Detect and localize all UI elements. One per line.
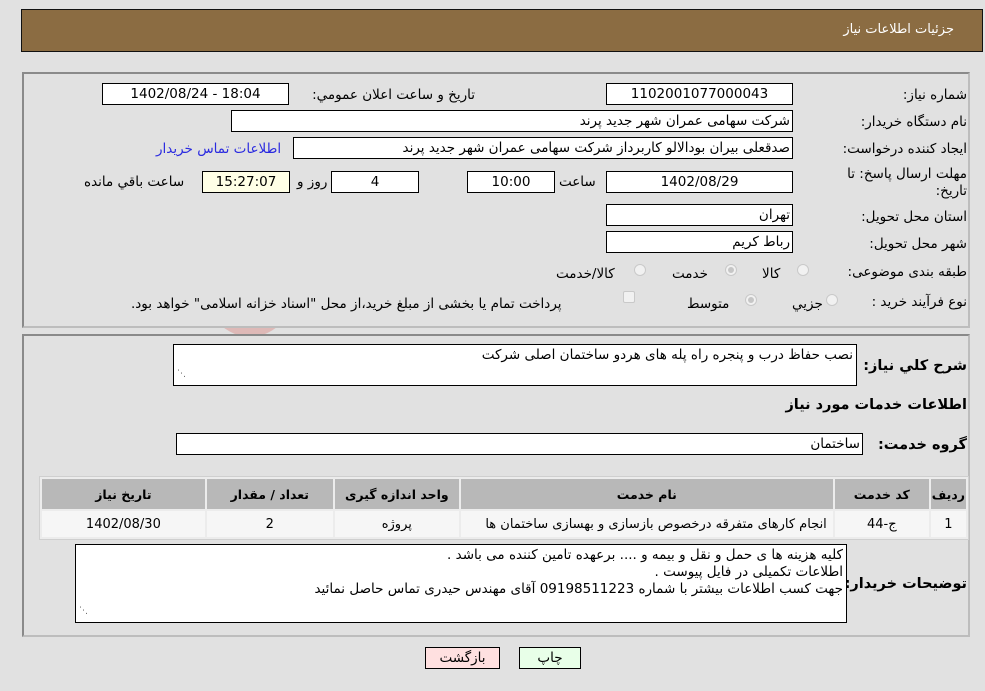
- buyer-notes-line: اطلاعات تکمیلی در فایل پیوست .: [654, 564, 843, 580]
- buyer-org-field[interactable]: شرکت سهامی عمران شهر جدید پرند: [231, 110, 793, 132]
- resize-grip-icon[interactable]: ⋰: [79, 603, 88, 620]
- buyer-notes-textarea[interactable]: کلیه هزینه ها ی حمل و نقل و بیمه و .... …: [75, 544, 847, 623]
- city-field[interactable]: رباط کریم: [606, 231, 793, 253]
- category-label: طبقه بندی موضوعی:: [847, 264, 967, 280]
- service-group-field[interactable]: ساختمان: [176, 433, 863, 455]
- days-remaining-field[interactable]: 4: [331, 171, 419, 193]
- category-option-goods: کالا: [762, 266, 781, 282]
- deadline-date-field[interactable]: 1402/08/29: [606, 171, 793, 193]
- purchase-option-small: جزيي: [792, 296, 823, 312]
- need-number-field[interactable]: 1102001077000043: [606, 83, 793, 105]
- deadline-time-field[interactable]: 10:00: [467, 171, 555, 193]
- description-text: نصب حفاظ درب و پنجره راه پله های هردو سا…: [481, 347, 853, 363]
- province-label: استان محل تحویل:: [861, 209, 967, 225]
- treasury-checkbox[interactable]: [623, 291, 635, 303]
- announce-field[interactable]: 1402/08/24 - 18:04: [102, 83, 289, 105]
- treasury-checkbox-label: پرداخت تمام یا بخشی از مبلغ خرید،از محل …: [131, 296, 562, 312]
- col-service-name: نام خدمت: [460, 479, 833, 509]
- page-title: جزئیات اطلاعات نیاز: [843, 22, 954, 37]
- cell-row-number: 1: [930, 511, 966, 537]
- resize-grip-icon[interactable]: ⋰: [177, 366, 186, 383]
- col-service-code: کد خدمت: [834, 479, 929, 509]
- purchase-option-medium: متوسط: [687, 296, 730, 312]
- remaining-time-field[interactable]: 15:27:07: [202, 171, 290, 193]
- announce-label: تاریخ و ساعت اعلان عمومي:: [312, 87, 475, 103]
- creator-field[interactable]: صدقعلی بیران بودالالو کاربرداز شرکت سهام…: [293, 137, 793, 159]
- category-radio-goods[interactable]: [797, 264, 809, 276]
- category-radio-service[interactable]: [725, 264, 737, 276]
- purchase-radio-medium[interactable]: [745, 294, 757, 306]
- buyer-notes-line: کلیه هزینه ها ی حمل و نقل و بیمه و .... …: [447, 547, 843, 563]
- remaining-time-label: ساعت باقي مانده: [84, 174, 185, 190]
- description-textarea[interactable]: نصب حفاظ درب و پنجره راه پله های هردو سا…: [173, 344, 857, 386]
- days-label: روز و: [297, 174, 328, 190]
- cell-unit: پروژه: [334, 511, 459, 537]
- deadline-time-label: ساعت: [559, 174, 596, 190]
- cell-service-name: انجام کارهای متفرقه درخصوص بازسازی و بهس…: [460, 511, 833, 537]
- col-row-number: ردیف: [930, 479, 966, 509]
- deadline-label-1: مهلت ارسال پاسخ: تا: [847, 166, 967, 182]
- need-number-label: شماره نیاز:: [902, 87, 967, 103]
- table-row: 1 ج-44 انجام کارهای متفرقه درخصوص بازساز…: [42, 511, 966, 537]
- table-header-row: ردیف کد خدمت نام خدمت واحد اندازه گیری ت…: [42, 479, 966, 509]
- purchase-radio-small[interactable]: [826, 294, 838, 306]
- cell-service-code: ج-44: [834, 511, 929, 537]
- category-option-goods-service: کالا/خدمت: [556, 266, 615, 282]
- category-radio-goods-service[interactable]: [634, 264, 646, 276]
- creator-label: ایجاد کننده درخواست:: [842, 141, 967, 157]
- page-header: جزئیات اطلاعات نیاز: [21, 9, 983, 52]
- city-label: شهر محل تحویل:: [869, 236, 967, 252]
- buyer-contact-link[interactable]: اطلاعات تماس خریدار: [156, 141, 281, 157]
- buyer-notes-line: جهت کسب اطلاعات بیشتر با شماره 091985112…: [314, 581, 843, 597]
- cell-need-date: 1402/08/30: [42, 511, 205, 537]
- category-option-service: خدمت: [672, 266, 708, 282]
- col-unit: واحد اندازه گیری: [334, 479, 459, 509]
- services-table: ردیف کد خدمت نام خدمت واحد اندازه گیری ت…: [39, 476, 969, 540]
- buyer-notes-label: توضیحات خریدار:: [844, 576, 967, 592]
- print-button[interactable]: چاپ: [519, 647, 581, 669]
- province-field[interactable]: تهران: [606, 204, 793, 226]
- deadline-label-2: تاریخ:: [935, 183, 967, 199]
- buyer-org-label: نام دستگاه خریدار:: [860, 114, 967, 130]
- col-need-date: تاریخ نیاز: [42, 479, 205, 509]
- back-button[interactable]: بازگشت: [425, 647, 500, 669]
- cell-quantity: 2: [206, 511, 333, 537]
- service-group-label: گروه خدمت:: [877, 437, 967, 453]
- purchase-type-label: نوع فرآیند خرید :: [871, 294, 967, 310]
- description-label: شرح کلي نیاز:: [863, 358, 967, 374]
- col-quantity: تعداد / مقدار: [206, 479, 333, 509]
- services-heading: اطلاعات خدمات مورد نیاز: [785, 397, 967, 413]
